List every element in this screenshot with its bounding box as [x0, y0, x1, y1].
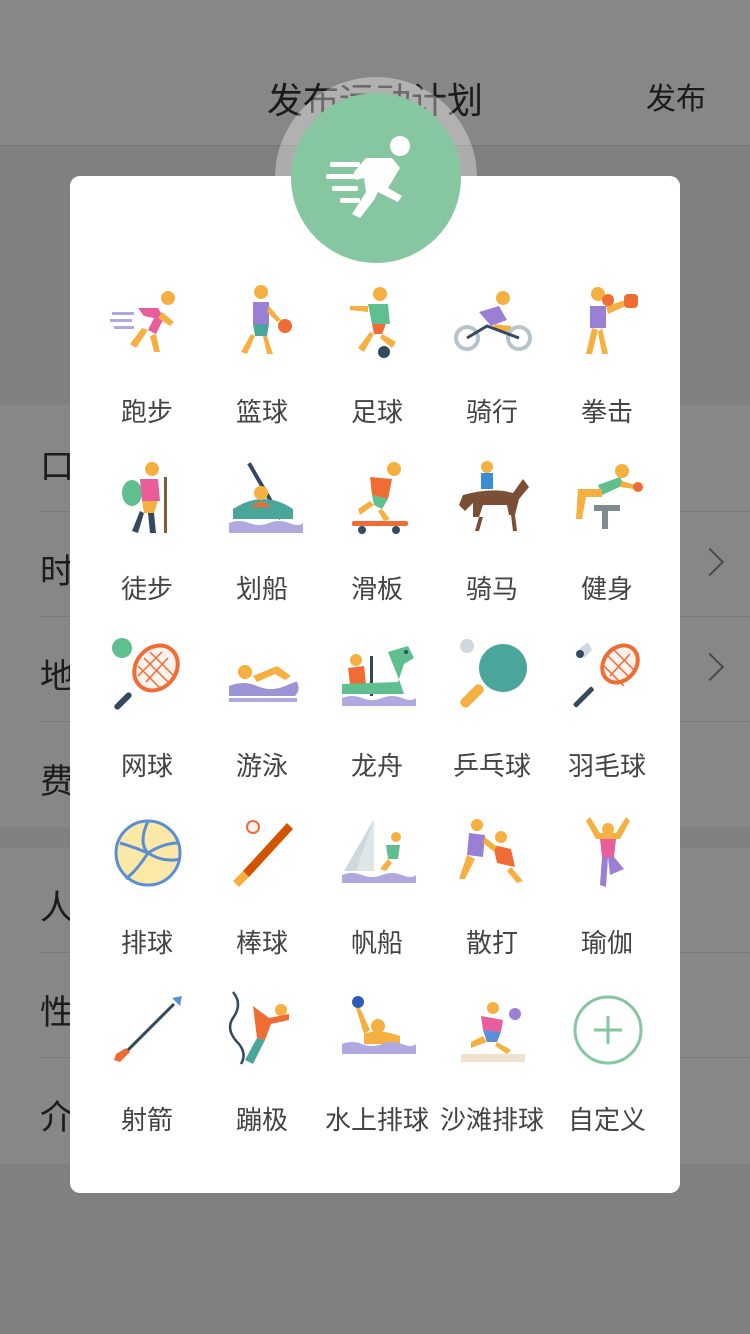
sport-item-horse-riding[interactable]: 骑马: [435, 447, 550, 624]
sport-item-dragon-boat[interactable]: 龙舟: [320, 624, 435, 801]
sport-item-running[interactable]: 跑步: [90, 270, 205, 447]
sport-item-boxing[interactable]: 拳击: [550, 270, 665, 447]
sport-item-ping-pong[interactable]: 乒乓球: [435, 624, 550, 801]
bungee-icon: [228, 991, 289, 1065]
running-person-icon: [326, 136, 410, 218]
sport-item-label: 滑板: [350, 575, 403, 605]
sport-item-label: 自定义: [567, 1106, 646, 1136]
sport-item-label: 射箭: [120, 1106, 173, 1136]
hiking-icon: [121, 462, 167, 533]
volleyball-icon: [114, 819, 181, 887]
yoga-icon: [585, 817, 630, 887]
sport-item-label: 骑行: [465, 398, 518, 428]
sport-item-sailing[interactable]: 帆船: [320, 801, 435, 978]
tennis-icon: [111, 638, 180, 710]
sport-item-label: 跑步: [120, 398, 173, 428]
ping-pong-icon: [459, 639, 527, 708]
sport-item-label: 骑马: [465, 575, 518, 605]
sport-item-water-polo[interactable]: 水上排球: [320, 978, 435, 1155]
running-icon: [109, 291, 175, 352]
sport-item-soccer[interactable]: 足球: [320, 270, 435, 447]
sport-item-label: 羽毛球: [567, 752, 646, 782]
sport-item-sanda[interactable]: 散打: [435, 801, 550, 978]
sport-item-label: 帆船: [350, 929, 403, 959]
cycling-icon: [453, 291, 532, 351]
sport-item-hiking[interactable]: 徒步: [90, 447, 205, 624]
hero-badge: [291, 93, 461, 263]
sport-item-baseball[interactable]: 棒球: [205, 801, 320, 978]
sport-item-archery[interactable]: 射箭: [90, 978, 205, 1155]
archery-icon: [113, 996, 182, 1062]
sport-item-bungee[interactable]: 蹦极: [205, 978, 320, 1155]
sport-item-label: 徒步: [120, 575, 173, 605]
sport-item-label: 龙舟: [350, 752, 403, 782]
sport-item-label: 水上排球: [324, 1106, 429, 1136]
sport-item-label: 篮球: [235, 398, 288, 428]
fitness-icon: [575, 464, 643, 529]
sport-item-badminton[interactable]: 羽毛球: [550, 624, 665, 801]
sport-item-label: 棒球: [235, 929, 288, 959]
beach-volleyball-icon: [460, 1002, 525, 1062]
sport-item-label: 划船: [235, 575, 288, 605]
horse-riding-icon: [458, 461, 529, 531]
sport-item-basketball[interactable]: 篮球: [205, 270, 320, 447]
sport-item-label: 游泳: [235, 752, 288, 782]
sport-item-beach-volleyball[interactable]: 沙滩排球: [435, 978, 550, 1155]
sport-item-label: 散打: [465, 929, 518, 959]
sport-item-tennis[interactable]: 网球: [90, 624, 205, 801]
sport-item-label: 沙滩排球: [439, 1106, 544, 1136]
sport-item-swimming[interactable]: 游泳: [205, 624, 320, 801]
sport-item-yoga[interactable]: 瑜伽: [550, 801, 665, 978]
sport-item-label: 排球: [120, 929, 173, 959]
dragon-boat-icon: [341, 646, 416, 706]
sport-item-label: 健身: [580, 575, 633, 605]
add-custom-icon: [573, 995, 642, 1065]
badminton-icon: [573, 642, 640, 708]
sailing-icon: [341, 819, 416, 883]
sport-grid: 跑步 篮球 足球 骑行 拳击 徒步 划船 滑板 骑马 健身 网球 游泳 龙舟 乒…: [90, 270, 665, 1155]
sport-item-skateboard[interactable]: 滑板: [320, 447, 435, 624]
sport-item-rowing[interactable]: 划船: [205, 447, 320, 624]
sport-item-label: 乒乓球: [452, 752, 531, 782]
baseball-icon: [232, 820, 293, 887]
skateboard-icon: [351, 462, 408, 534]
sport-item-volleyball[interactable]: 排球: [90, 801, 205, 978]
sport-item-label: 蹦极: [235, 1106, 288, 1136]
water-polo-icon: [341, 996, 416, 1054]
sport-item-label: 瑜伽: [580, 929, 633, 959]
sport-item-cycling[interactable]: 骑行: [435, 270, 550, 447]
sport-item-label: 网球: [120, 752, 173, 782]
sport-item-label: 足球: [350, 398, 403, 428]
basketball-icon: [240, 285, 292, 354]
sanda-icon: [458, 819, 523, 883]
rowing-icon: [228, 462, 303, 533]
soccer-icon: [349, 287, 396, 358]
sport-item-fitness[interactable]: 健身: [550, 447, 665, 624]
boxing-icon: [585, 287, 638, 354]
sport-item-custom[interactable]: 自定义: [550, 978, 665, 1155]
sport-item-label: 拳击: [580, 398, 633, 428]
swimming-icon: [228, 665, 299, 702]
